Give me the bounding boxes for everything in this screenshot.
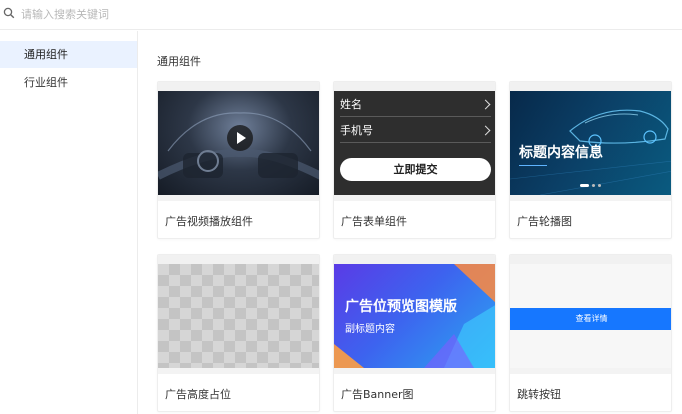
component-card-jump-button[interactable]: 查看详情 跳转按钮 bbox=[509, 254, 672, 412]
card-top-band bbox=[158, 255, 319, 264]
card-top-band bbox=[334, 255, 495, 264]
thumb-band bbox=[334, 368, 495, 374]
carousel-dot bbox=[592, 184, 595, 187]
carousel-dot bbox=[598, 184, 601, 187]
view-details-button: 查看详情 bbox=[510, 308, 671, 330]
component-card-form[interactable]: 姓名 手机号 立即提交 广告表单组件 bbox=[333, 81, 496, 239]
carousel-dot bbox=[580, 184, 589, 187]
card-top-band bbox=[510, 82, 671, 91]
banner-thumbnail: 广告位预览图模版 副标题内容 bbox=[334, 264, 495, 368]
jump-button-thumbnail: 查看详情 bbox=[510, 264, 671, 368]
thumb-band bbox=[158, 195, 319, 201]
form-field-row: 手机号 bbox=[340, 119, 491, 143]
search-bar bbox=[0, 0, 682, 30]
card-name: 广告高度占位 bbox=[165, 388, 231, 401]
sidebar: 通用组件 行业组件 bbox=[0, 31, 138, 414]
component-card-video[interactable]: 广告视频播放组件 bbox=[157, 81, 320, 239]
form-field-row: 姓名 bbox=[340, 93, 491, 117]
title-underline bbox=[519, 165, 547, 166]
card-top-band bbox=[334, 82, 495, 91]
sidebar-item-industry[interactable]: 行业组件 bbox=[0, 69, 137, 96]
transparent-placeholder bbox=[158, 264, 319, 368]
card-name: 广告Banner图 bbox=[341, 388, 414, 401]
banner-subtitle: 副标题内容 bbox=[345, 324, 395, 335]
carousel-dots bbox=[580, 184, 604, 187]
video-thumbnail bbox=[158, 91, 319, 195]
thumb-band bbox=[334, 195, 495, 201]
section-title: 通用组件 bbox=[157, 55, 201, 68]
carousel-title: 标题内容信息 bbox=[519, 145, 603, 161]
component-card-placeholder[interactable]: 广告高度占位 bbox=[157, 254, 320, 412]
chevron-right-icon bbox=[480, 99, 491, 110]
search-icon bbox=[3, 7, 15, 19]
card-name: 广告视频播放组件 bbox=[165, 215, 253, 228]
card-top-band bbox=[158, 82, 319, 91]
banner-decoration bbox=[334, 264, 495, 368]
card-name: 广告轮播图 bbox=[517, 215, 572, 228]
thumb-band bbox=[510, 368, 671, 374]
card-name: 广告表单组件 bbox=[341, 215, 407, 228]
carousel-thumbnail: 标题内容信息 bbox=[510, 91, 671, 195]
chevron-right-icon bbox=[480, 125, 491, 136]
form-field-label: 手机号 bbox=[340, 124, 373, 137]
sidebar-item-general[interactable]: 通用组件 bbox=[0, 41, 137, 68]
form-field-label: 姓名 bbox=[340, 98, 362, 111]
component-card-banner[interactable]: 广告位预览图模版 副标题内容 广告Banner图 bbox=[333, 254, 496, 412]
component-card-carousel[interactable]: 标题内容信息 广告轮播图 bbox=[509, 81, 672, 239]
thumb-band bbox=[510, 195, 671, 201]
card-name: 跳转按钮 bbox=[517, 388, 561, 401]
form-thumbnail: 姓名 手机号 立即提交 bbox=[334, 91, 495, 195]
play-icon[interactable] bbox=[227, 125, 253, 151]
banner-title: 广告位预览图模版 bbox=[345, 299, 457, 315]
thumb-band bbox=[158, 368, 319, 374]
card-top-band bbox=[510, 255, 671, 264]
search-input[interactable] bbox=[21, 4, 421, 24]
submit-button: 立即提交 bbox=[340, 158, 491, 181]
